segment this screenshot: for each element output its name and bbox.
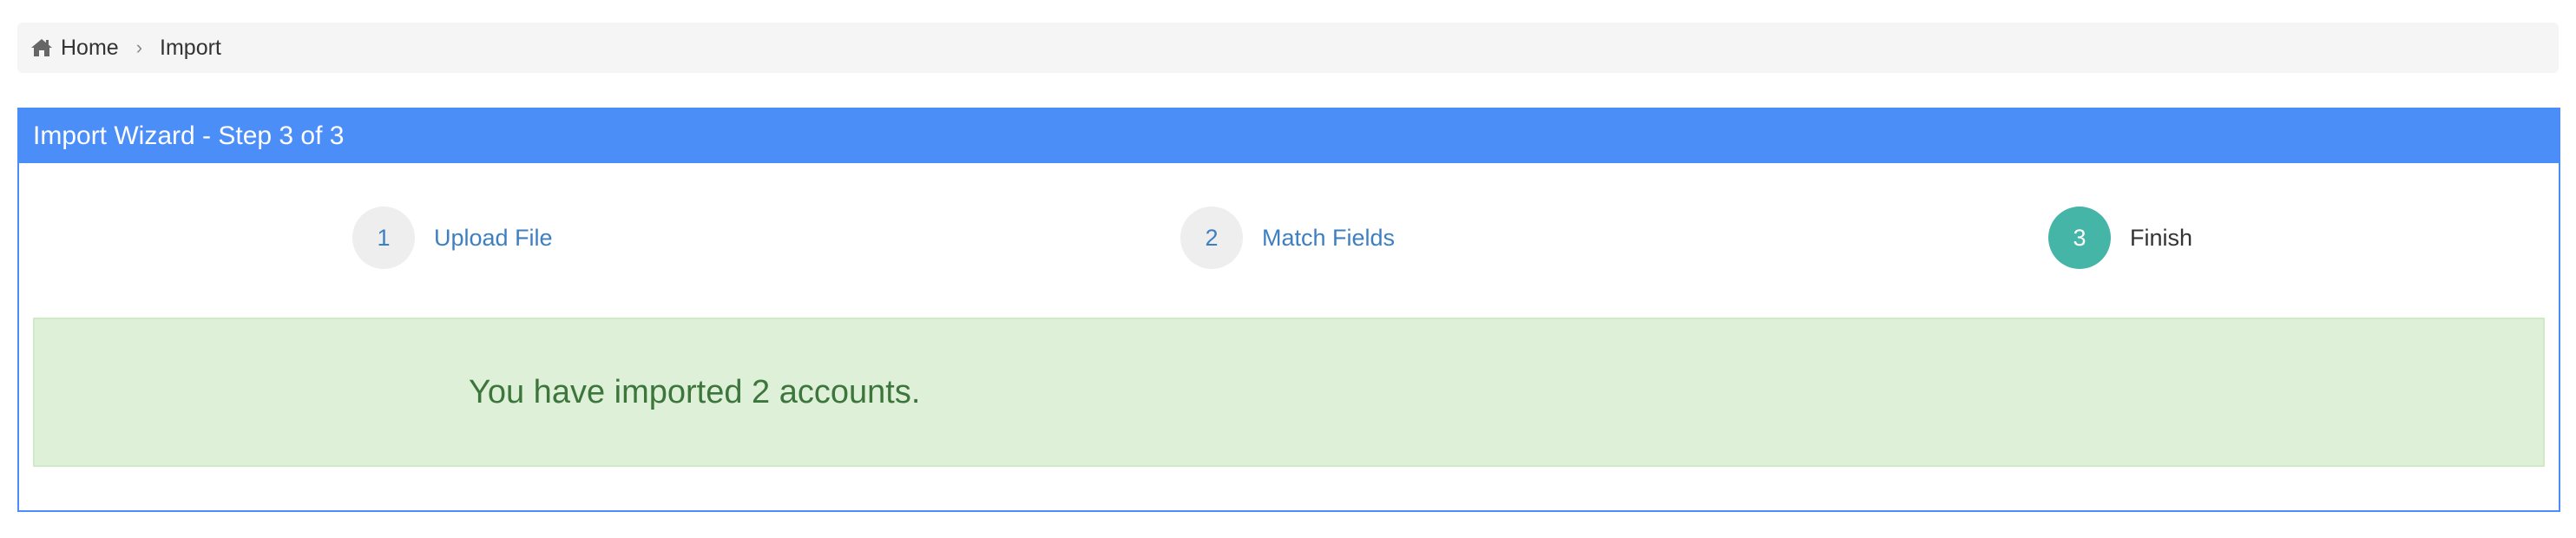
step-finish-label: Finish — [2130, 224, 2193, 251]
breadcrumb: Home › Import — [17, 23, 2559, 73]
step-number-badge: 3 — [2048, 207, 2111, 269]
step-upload-file[interactable]: 1 Upload File — [352, 207, 553, 269]
breadcrumb-current: Import — [160, 35, 221, 60]
step-number-badge: 1 — [352, 207, 415, 269]
breadcrumb-separator: › — [135, 36, 143, 58]
step-match-fields[interactable]: 2 Match Fields — [1180, 207, 1395, 269]
breadcrumb-home-label: Home — [61, 35, 119, 60]
step-finish: 3 Finish — [2048, 207, 2192, 269]
import-success-alert: You have imported 2 accounts. — [33, 318, 2545, 467]
import-wizard-panel: Import Wizard - Step 3 of 3 1 Upload Fil… — [17, 108, 2560, 512]
breadcrumb-home-link[interactable]: Home — [30, 36, 119, 61]
panel-title: Import Wizard - Step 3 of 3 — [33, 121, 345, 150]
home-icon — [31, 39, 52, 56]
step-number-badge: 2 — [1180, 207, 1243, 269]
step-match-fields-link[interactable]: Match Fields — [1262, 225, 1395, 252]
step-upload-file-link[interactable]: Upload File — [434, 225, 553, 252]
import-result-message: You have imported 2 accounts. — [469, 373, 921, 410]
panel-heading: Import Wizard - Step 3 of 3 — [19, 109, 2559, 163]
wizard-steps: 1 Upload File 2 Match Fields 3 Finish — [19, 163, 2559, 311]
